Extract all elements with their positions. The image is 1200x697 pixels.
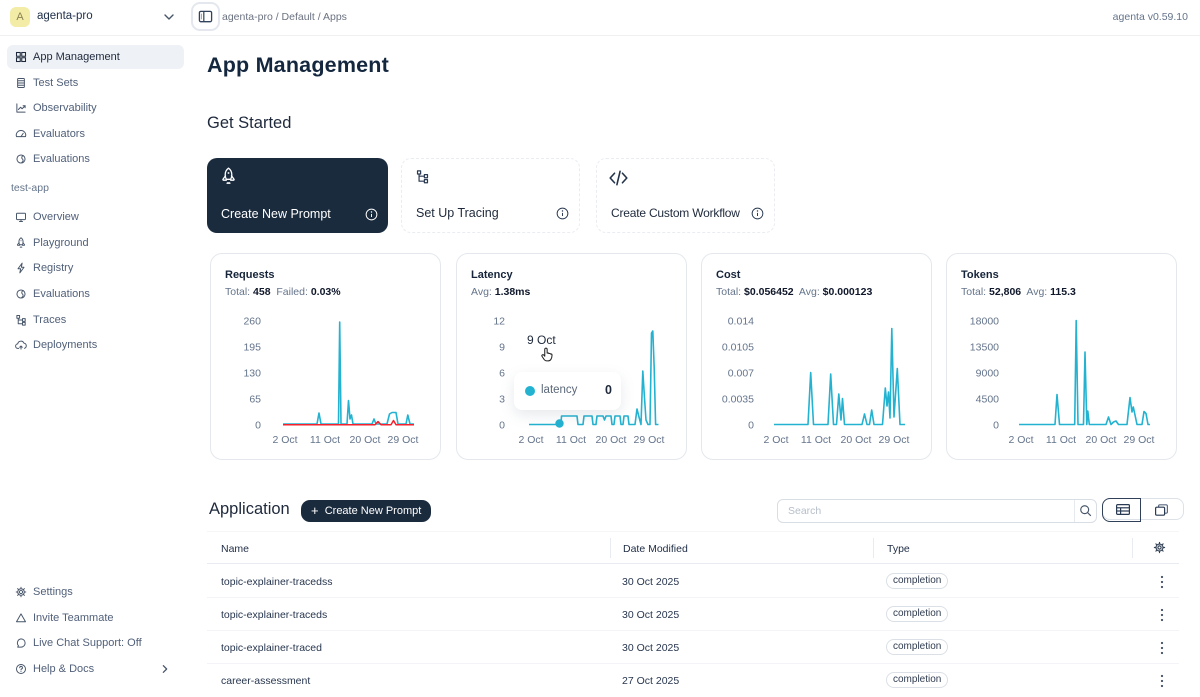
svg-text:29 Oct: 29 Oct (388, 434, 419, 446)
svg-text:29 Oct: 29 Oct (1124, 434, 1155, 446)
svg-text:29 Oct: 29 Oct (634, 434, 665, 446)
svg-text:0: 0 (255, 420, 261, 432)
svg-text:0: 0 (499, 420, 505, 432)
svg-text:2 Oct: 2 Oct (272, 434, 297, 446)
svg-text:65: 65 (249, 394, 261, 406)
svg-text:0.014: 0.014 (728, 316, 754, 328)
svg-text:20 Oct: 20 Oct (350, 434, 381, 446)
svg-text:3: 3 (499, 394, 505, 406)
svg-text:9: 9 (499, 342, 505, 354)
svg-text:11 Oct: 11 Oct (801, 434, 831, 446)
svg-text:20 Oct: 20 Oct (1086, 434, 1117, 446)
svg-text:11 Oct: 11 Oct (1046, 434, 1076, 446)
svg-text:4500: 4500 (976, 394, 1000, 406)
svg-text:6: 6 (499, 368, 505, 380)
svg-text:2 Oct: 2 Oct (518, 434, 543, 446)
svg-text:9000: 9000 (976, 368, 1000, 380)
svg-text:0.007: 0.007 (728, 368, 754, 380)
svg-text:2 Oct: 2 Oct (1008, 434, 1033, 446)
svg-text:0: 0 (748, 420, 754, 432)
svg-text:20 Oct: 20 Oct (841, 434, 872, 446)
svg-text:13500: 13500 (970, 342, 999, 354)
svg-text:0.0035: 0.0035 (722, 394, 754, 406)
svg-text:29 Oct: 29 Oct (879, 434, 910, 446)
svg-text:18000: 18000 (970, 316, 999, 328)
svg-text:20 Oct: 20 Oct (596, 434, 627, 446)
svg-text:0: 0 (993, 420, 999, 432)
svg-text:11 Oct: 11 Oct (310, 434, 340, 446)
svg-text:0.0105: 0.0105 (722, 342, 754, 354)
svg-text:195: 195 (243, 342, 261, 354)
svg-text:11 Oct: 11 Oct (556, 434, 586, 446)
svg-text:130: 130 (243, 368, 261, 380)
svg-text:260: 260 (243, 316, 261, 328)
svg-text:2 Oct: 2 Oct (763, 434, 788, 446)
svg-text:12: 12 (493, 316, 505, 328)
